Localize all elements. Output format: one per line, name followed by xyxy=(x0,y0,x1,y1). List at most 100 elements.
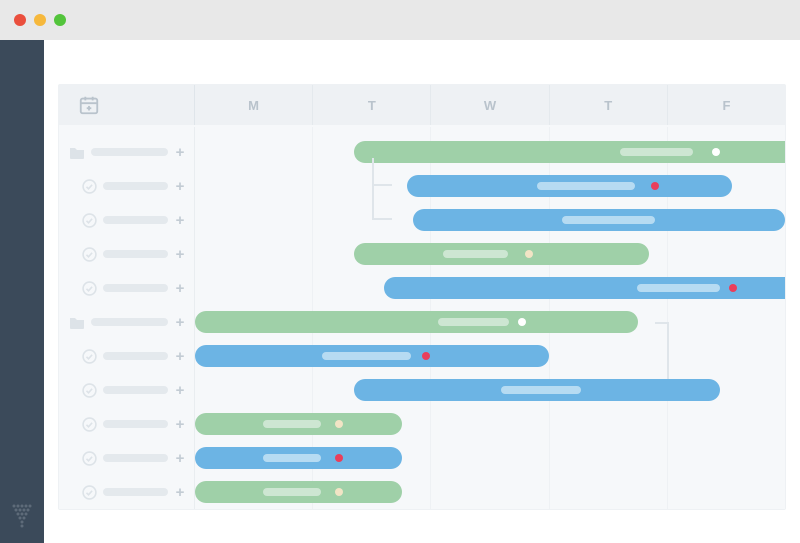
filter-icon[interactable] xyxy=(9,503,35,529)
gantt-bar-marker xyxy=(651,182,659,190)
task-name-placeholder xyxy=(103,284,168,292)
window-zoom-dot[interactable] xyxy=(54,14,66,26)
task-name-placeholder xyxy=(103,420,168,428)
task-row[interactable]: + xyxy=(59,237,194,271)
gantt-bar-progress xyxy=(443,250,508,258)
add-task-icon[interactable]: + xyxy=(174,484,186,501)
gantt-row xyxy=(195,441,785,475)
gantt-header: MTWTF xyxy=(59,85,785,127)
gantt-bar-progress xyxy=(501,386,581,394)
day-column: M xyxy=(195,85,313,125)
task-row[interactable]: + xyxy=(59,169,194,203)
gantt-bar[interactable] xyxy=(195,447,402,469)
task-row[interactable]: + xyxy=(59,203,194,237)
dependency-line xyxy=(372,158,392,220)
gantt-bar-progress xyxy=(620,148,693,156)
day-column: F xyxy=(668,85,785,125)
gantt-row xyxy=(195,203,785,237)
gantt-bar-marker xyxy=(335,488,343,496)
folder-icon xyxy=(69,144,85,160)
check-circle-icon xyxy=(81,348,97,364)
check-circle-icon xyxy=(81,280,97,296)
check-circle-icon xyxy=(81,382,97,398)
task-row[interactable]: + xyxy=(59,373,194,407)
gantt-header-left xyxy=(59,85,195,125)
app-shell: MTWTF + + + + + + + + + + + xyxy=(0,40,800,543)
task-name-placeholder xyxy=(103,454,168,462)
add-task-icon[interactable]: + xyxy=(174,280,186,297)
main-area: MTWTF + + + + + + + + + + + xyxy=(44,40,800,543)
check-circle-icon xyxy=(81,178,97,194)
folder-icon xyxy=(69,314,85,330)
gantt-bar-marker xyxy=(335,420,343,428)
task-name-placeholder xyxy=(103,386,168,394)
gantt-bar-progress xyxy=(263,488,321,496)
gantt-bar-progress xyxy=(637,284,720,292)
task-row[interactable]: + xyxy=(59,339,194,373)
add-task-icon[interactable]: + xyxy=(174,246,186,263)
task-row[interactable]: + xyxy=(59,271,194,305)
gantt-bar[interactable] xyxy=(407,175,732,197)
add-task-icon[interactable]: + xyxy=(174,178,186,195)
gantt-chart[interactable] xyxy=(195,127,785,509)
gantt-body: + + + + + + + + + + + xyxy=(59,127,785,509)
task-list: + + + + + + + + + + + xyxy=(59,127,195,509)
gantt-bar[interactable] xyxy=(195,481,402,503)
gantt-bar-marker xyxy=(712,148,720,156)
check-circle-icon xyxy=(81,212,97,228)
window-minimize-dot[interactable] xyxy=(34,14,46,26)
add-task-icon[interactable]: + xyxy=(174,348,186,365)
gantt-row xyxy=(195,339,785,373)
add-task-icon[interactable]: + xyxy=(174,212,186,229)
app-sidebar xyxy=(0,40,44,543)
add-task-icon[interactable]: + xyxy=(174,144,186,161)
task-name-placeholder xyxy=(103,352,168,360)
gantt-row xyxy=(195,237,785,271)
gantt-bar[interactable] xyxy=(384,277,785,299)
add-task-icon[interactable]: + xyxy=(174,416,186,433)
gantt-panel: MTWTF + + + + + + + + + + + xyxy=(58,84,786,510)
gantt-bar-marker xyxy=(525,250,533,258)
task-name-placeholder xyxy=(103,216,168,224)
gantt-row xyxy=(195,407,785,441)
gantt-bar-progress xyxy=(263,420,321,428)
gantt-row xyxy=(195,271,785,305)
add-task-icon[interactable]: + xyxy=(174,450,186,467)
gantt-bar-marker xyxy=(422,352,430,360)
gantt-bar[interactable] xyxy=(195,413,402,435)
gantt-row xyxy=(195,135,785,169)
task-row[interactable]: + xyxy=(59,441,194,475)
top-strip xyxy=(44,40,800,84)
gantt-bar-progress xyxy=(322,352,411,360)
task-name-placeholder xyxy=(91,318,168,326)
task-row[interactable]: + xyxy=(59,407,194,441)
gantt-bar[interactable] xyxy=(413,209,785,231)
gantt-bar[interactable] xyxy=(354,141,785,163)
check-circle-icon xyxy=(81,484,97,500)
gantt-bar[interactable] xyxy=(354,243,649,265)
gantt-row xyxy=(195,373,785,407)
window-titlebar xyxy=(0,0,800,40)
gantt-bar[interactable] xyxy=(195,311,638,333)
task-row[interactable]: + xyxy=(59,475,194,509)
gantt-bar-progress xyxy=(537,182,634,190)
task-group-row[interactable]: + xyxy=(59,305,194,339)
task-name-placeholder xyxy=(103,182,168,190)
calendar-add-icon[interactable] xyxy=(59,94,119,116)
day-column: T xyxy=(550,85,668,125)
gantt-bar[interactable] xyxy=(354,379,720,401)
window-close-dot[interactable] xyxy=(14,14,26,26)
add-task-icon[interactable]: + xyxy=(174,314,186,331)
gantt-bar-progress xyxy=(562,216,655,224)
task-name-placeholder xyxy=(103,250,168,258)
browser-window: MTWTF + + + + + + + + + + + xyxy=(0,0,800,543)
task-group-row[interactable]: + xyxy=(59,135,194,169)
day-column: T xyxy=(313,85,431,125)
gantt-bar[interactable] xyxy=(195,345,549,367)
add-task-icon[interactable]: + xyxy=(174,382,186,399)
gantt-bar-marker xyxy=(729,284,737,292)
gantt-bar-progress xyxy=(438,318,509,326)
gantt-row xyxy=(195,169,785,203)
gantt-row xyxy=(195,305,785,339)
task-name-placeholder xyxy=(91,148,168,156)
